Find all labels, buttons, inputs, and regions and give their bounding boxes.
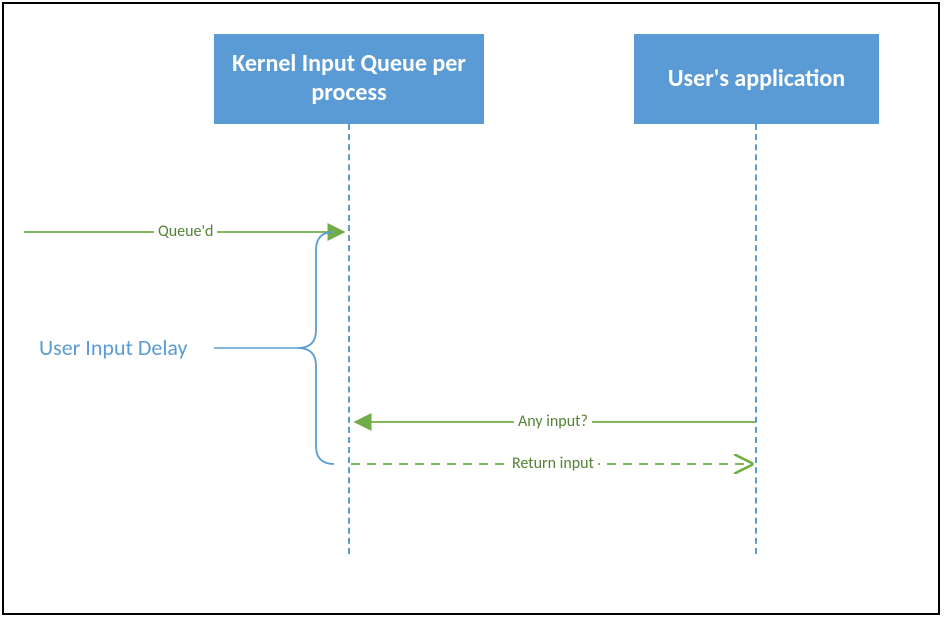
lifeline-user-app	[755, 124, 757, 554]
diagram-frame: Kernel Input Queue per process User's ap…	[2, 2, 940, 615]
lifeline-head-user-app: User's application	[634, 34, 879, 124]
lifeline-kernel-queue	[348, 124, 350, 554]
label-user-input-delay: User Input Delay	[39, 334, 188, 361]
lifeline-head-kernel-queue: Kernel Input Queue per process	[214, 34, 484, 124]
label-queued: Queue'd	[154, 222, 217, 241]
label-return-input: Return input	[508, 454, 598, 473]
label-any-input: Any input?	[514, 412, 592, 431]
delay-bracket	[298, 232, 334, 464]
